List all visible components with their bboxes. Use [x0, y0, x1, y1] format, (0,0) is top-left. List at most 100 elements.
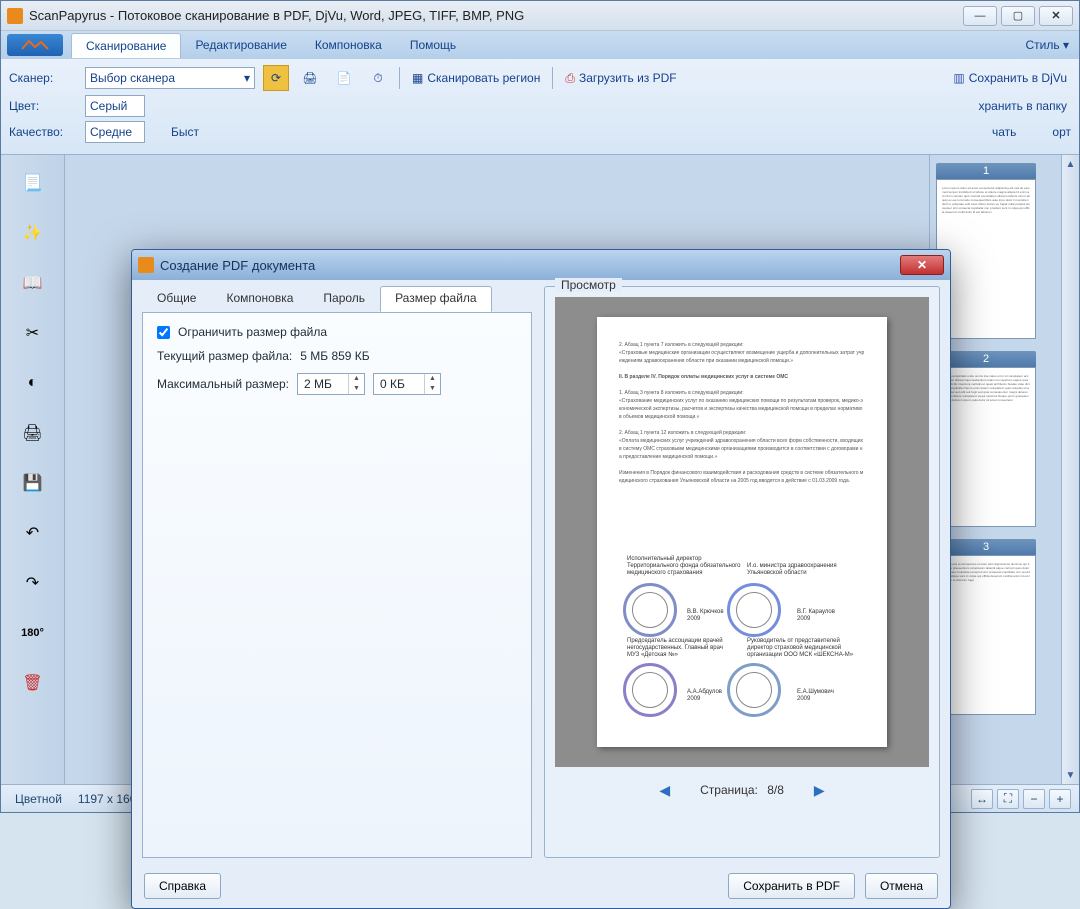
ribbon-body: Сканер: Выбор сканера▾ ⟳ 🖨 📄 ⏱ ▦ Сканиро… — [1, 59, 1079, 155]
thumbnail-scrollbar[interactable]: ▲ ▼ — [1061, 155, 1079, 784]
pager-label: Страница: — [700, 783, 758, 797]
stamp-icon — [623, 663, 677, 717]
scan-region-label: Сканировать регион — [427, 71, 540, 85]
scanner-label: Сканер: — [9, 71, 77, 85]
pager-next-icon[interactable]: ▶ — [808, 780, 831, 801]
dialog-tab-content: Ограничить размер файла Текущий размер ф… — [142, 312, 532, 858]
save-folder-button[interactable]: хранить в папку — [974, 97, 1071, 115]
signature-text: Руководитель от представителейдиректор с… — [747, 638, 853, 659]
dialog-close-button[interactable]: ✕ — [900, 255, 944, 275]
dialog-tab-layout[interactable]: Компоновка — [211, 286, 308, 312]
tool-wand-icon[interactable]: ✨ — [17, 217, 49, 249]
scan-region-button[interactable]: ▦ Сканировать регион — [408, 69, 544, 87]
thumb-page: At vero eos et accusamus et iusto odio d… — [936, 555, 1036, 715]
scroll-down-icon[interactable]: ▼ — [1062, 766, 1079, 784]
signature-text: А.А.Абдулов2009 — [687, 689, 722, 703]
dialog-tab-password[interactable]: Пароль — [308, 286, 380, 312]
signature-text: Председатель ассоциации врачейнегосударс… — [627, 638, 723, 659]
tool-book-icon[interactable]: 📖 — [17, 267, 49, 299]
quality-label: Качество: — [9, 125, 77, 139]
tool-delete-icon[interactable]: 🗑 — [17, 667, 49, 699]
tool-doc-icon[interactable]: 📃 — [17, 167, 49, 199]
zoom-fit-width-icon[interactable]: ↔ — [971, 789, 993, 809]
preview-legend: Просмотр — [555, 278, 622, 292]
save-djvu-label: Сохранить в DjVu — [969, 71, 1067, 85]
pager-value: 8/8 — [767, 783, 784, 797]
status-color: Цветной — [9, 792, 68, 806]
dialog-tabs: Общие Компоновка Пароль Размер файла — [142, 286, 532, 312]
app-menu-button[interactable] — [7, 34, 63, 56]
spin-down-icon[interactable]: ▼ — [349, 384, 364, 394]
tool-scanner-icon[interactable]: 🖨 — [17, 417, 49, 449]
thumbnail-item[interactable]: 2 Sed ut perspiciatis unde omnis iste na… — [936, 351, 1036, 527]
tool-rotate-180-icon[interactable]: 180° — [17, 617, 49, 649]
region-icon: ▦ — [412, 71, 423, 85]
scanner-combo[interactable]: Выбор сканера▾ — [85, 67, 255, 89]
ribbon-tab-help[interactable]: Помощь — [396, 33, 470, 57]
zoom-fit-page-icon[interactable]: ⛶ — [997, 789, 1019, 809]
cancel-label: Отмена — [880, 879, 923, 893]
thumb-header: 1 — [936, 163, 1036, 179]
scanner-value: Выбор сканера — [90, 71, 175, 85]
pdf-dialog: Создание PDF документа ✕ Общие Компоновк… — [131, 249, 951, 909]
print-hint: чать — [992, 125, 1016, 139]
max-mb-spinner[interactable]: 2 МБ ▲▼ — [297, 373, 365, 395]
spin-down-icon[interactable]: ▼ — [425, 384, 440, 394]
limit-size-checkbox[interactable] — [157, 326, 170, 339]
color-combo[interactable]: Серый — [85, 95, 145, 117]
ribbon-tab-edit[interactable]: Редактирование — [181, 33, 300, 57]
scan-icon-2[interactable]: 📄 — [331, 65, 357, 91]
save-pdf-button[interactable]: Сохранить в PDF — [728, 873, 855, 899]
tool-contrast-icon[interactable]: ◐ — [17, 367, 49, 399]
max-mb-value: 2 МБ — [298, 377, 348, 391]
maximize-button[interactable]: ▢ — [1001, 6, 1035, 26]
minimize-button[interactable]: — — [963, 6, 997, 26]
max-kb-spinner[interactable]: 0 КБ ▲▼ — [373, 373, 441, 395]
thumbnail-item[interactable]: 1 Lorem ipsum dolor sit amet consectetur… — [936, 163, 1036, 339]
spin-up-icon[interactable]: ▲ — [425, 374, 440, 384]
dialog-buttons: Справка Сохранить в PDF Отмена — [132, 864, 950, 908]
zoom-in-icon[interactable]: + — [1049, 789, 1071, 809]
help-button[interactable]: Справка — [144, 873, 221, 899]
thumb-header: 2 — [936, 351, 1036, 367]
scan-icon-1[interactable]: 🖨 — [297, 65, 323, 91]
preview-fieldset: Просмотр 2. Абзац 1 пункта 7 изложить в … — [544, 286, 940, 858]
current-size-value: 5 МБ 859 КБ — [300, 349, 369, 363]
ribbon-tab-scan[interactable]: Сканирование — [71, 33, 181, 58]
style-menu[interactable]: Стиль ▾ — [1016, 34, 1079, 56]
tool-crop-icon[interactable]: ✂ — [17, 317, 49, 349]
preview-pager: ◀ Страница: 8/8 ▶ — [555, 775, 929, 805]
tool-rotate-left-icon[interactable]: ↶ — [17, 517, 49, 549]
timer-icon[interactable]: ⏱ — [365, 65, 391, 91]
scanner-refresh-icon[interactable]: ⟳ — [263, 65, 289, 91]
app-title: ScanPapyrus - Потоковое сканирование в P… — [29, 8, 524, 23]
save-djvu-button[interactable]: ▥ Сохранить в DjVu — [949, 69, 1071, 87]
ribbon-tab-layout[interactable]: Компоновка — [301, 33, 396, 57]
thumbnail-item[interactable]: 3 At vero eos et accusamus et iusto odio… — [936, 539, 1036, 715]
close-button[interactable]: ✕ — [1039, 6, 1073, 26]
current-size-label: Текущий размер файла: — [157, 349, 292, 363]
quality-combo[interactable]: Средне — [85, 121, 145, 143]
zoom-out-icon[interactable]: − — [1023, 789, 1045, 809]
spin-up-icon[interactable]: ▲ — [349, 374, 364, 384]
signature-text: В.Г. Караулов2009 — [797, 609, 835, 623]
thumb-page: Sed ut perspiciatis unde omnis iste natu… — [936, 367, 1036, 527]
main-titlebar: ScanPapyrus - Потоковое сканирование в P… — [1, 1, 1079, 31]
dialog-tab-general[interactable]: Общие — [142, 286, 211, 312]
pager-prev-icon[interactable]: ◀ — [653, 780, 676, 801]
tool-rotate-right-icon[interactable]: ↷ — [17, 567, 49, 599]
cancel-button[interactable]: Отмена — [865, 873, 938, 899]
save-folder-label: хранить в папку — [978, 99, 1067, 113]
color-value: Серый — [90, 99, 127, 113]
thumb-header: 3 — [936, 539, 1036, 555]
preview-frame: 2. Абзац 1 пункта 7 изложить в следующей… — [555, 297, 929, 767]
app-icon — [7, 8, 23, 24]
scroll-up-icon[interactable]: ▲ — [1062, 155, 1079, 173]
save-pdf-label: Сохранить в PDF — [743, 879, 840, 893]
load-pdf-button[interactable]: ⎙ Загрузить из PDF — [561, 69, 680, 88]
ribbon-tabs: Сканирование Редактирование Компоновка П… — [1, 31, 1079, 59]
quality-value: Средне — [90, 125, 132, 139]
help-label: Справка — [159, 879, 206, 893]
tool-save-icon[interactable]: 💾 — [17, 467, 49, 499]
dialog-tab-filesize[interactable]: Размер файла — [380, 286, 492, 312]
